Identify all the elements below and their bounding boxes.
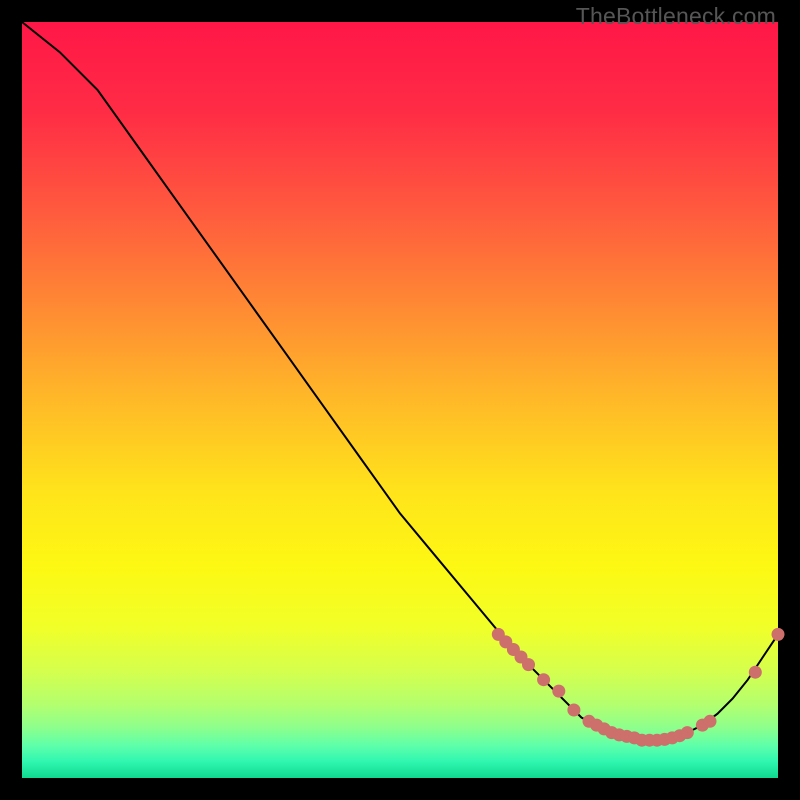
marker-point bbox=[567, 704, 580, 717]
marker-point bbox=[552, 685, 565, 698]
marker-point bbox=[537, 673, 550, 686]
chart-container: TheBottleneck.com bbox=[0, 0, 800, 800]
marker-point bbox=[522, 658, 535, 671]
marker-point bbox=[749, 666, 762, 679]
chart-svg bbox=[22, 22, 778, 778]
marker-point bbox=[681, 726, 694, 739]
bottleneck-curve bbox=[22, 22, 778, 740]
marker-point bbox=[772, 628, 785, 641]
marker-point bbox=[704, 715, 717, 728]
